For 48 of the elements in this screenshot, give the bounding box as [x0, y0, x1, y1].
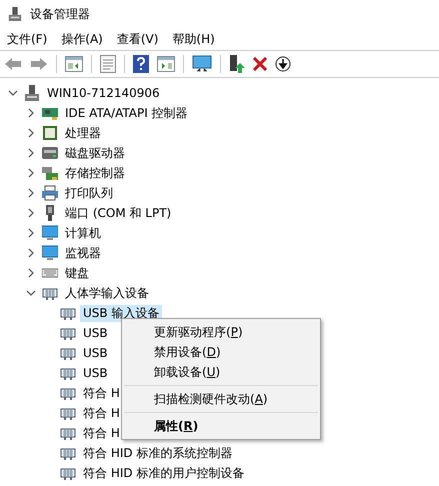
update-driver-icon[interactable]	[229, 55, 245, 73]
context-menu-item[interactable]: 属性(R)	[122, 416, 320, 436]
menu-item[interactable]: 帮助(H)	[172, 30, 215, 48]
tree-item[interactable]: 符合 H	[80, 404, 123, 422]
context-menu-item[interactable]: 卸载设备(U)	[122, 362, 320, 382]
tree-item[interactable]: USB	[80, 366, 111, 380]
tree-item[interactable]: 人体学输入设备	[62, 284, 152, 302]
window-panel-icon[interactable]	[157, 56, 175, 72]
tree-item[interactable]: 符合 HID 标准的系统控制器	[80, 444, 236, 462]
chip-icon	[42, 125, 58, 141]
tree-item[interactable]: IDE ATA/ATAPI 控制器	[62, 104, 191, 122]
menu-item[interactable]: 操作(A)	[61, 30, 103, 48]
context-menu-item[interactable]: 禁用设备(D)	[122, 342, 320, 362]
menu-item[interactable]: 文件(F)	[7, 30, 48, 48]
tree-item[interactable]: 监视器	[62, 244, 104, 262]
tree-item[interactable]: WIN10-712140906	[44, 86, 163, 100]
monitor-icon	[42, 245, 58, 261]
document-icon[interactable]	[100, 55, 116, 73]
drive-icon	[42, 145, 58, 161]
printer-icon	[42, 185, 58, 201]
context-menu-item[interactable]: 扫描检测硬件改动(A)	[122, 389, 320, 409]
tree-item[interactable]: 符合 H	[80, 384, 123, 402]
tree-item[interactable]: USB	[80, 346, 111, 360]
computer-tower-icon	[8, 6, 22, 22]
storage-controller-icon	[42, 165, 58, 181]
tree-item[interactable]: 端口 (COM 和 LPT)	[62, 204, 174, 222]
circuit-board-icon	[42, 105, 58, 121]
tree-item[interactable]: 键盘	[62, 264, 92, 282]
tree-item[interactable]: 符合 H	[80, 424, 123, 442]
context-menu-item[interactable]: 更新驱动程序(P)	[122, 322, 320, 342]
tree-item[interactable]: USB	[80, 326, 111, 340]
menu-item[interactable]: 查看(V)	[116, 30, 158, 48]
tree-item[interactable]: 计算机	[62, 224, 104, 242]
window-panel-icon[interactable]	[65, 56, 83, 72]
help-icon[interactable]	[133, 55, 149, 73]
tree-item[interactable]: 符合 HID 标准的用户控制设备	[80, 464, 248, 482]
tree-item[interactable]: 打印队列	[62, 184, 116, 202]
monitor-icon	[42, 225, 58, 241]
tree-item[interactable]: 存储控制器	[62, 164, 128, 182]
close-icon[interactable]	[253, 57, 267, 71]
tree-item[interactable]: 处理器	[62, 124, 104, 142]
window-title: 设备管理器	[30, 6, 90, 22]
computer-tower-icon	[24, 85, 40, 101]
tree-item[interactable]: USB 输入设备	[80, 304, 162, 322]
forward-icon[interactable]	[30, 57, 48, 71]
tree-item[interactable]: 磁盘驱动器	[62, 144, 128, 162]
monitor-icon[interactable]	[192, 55, 212, 73]
back-icon[interactable]	[4, 57, 22, 71]
